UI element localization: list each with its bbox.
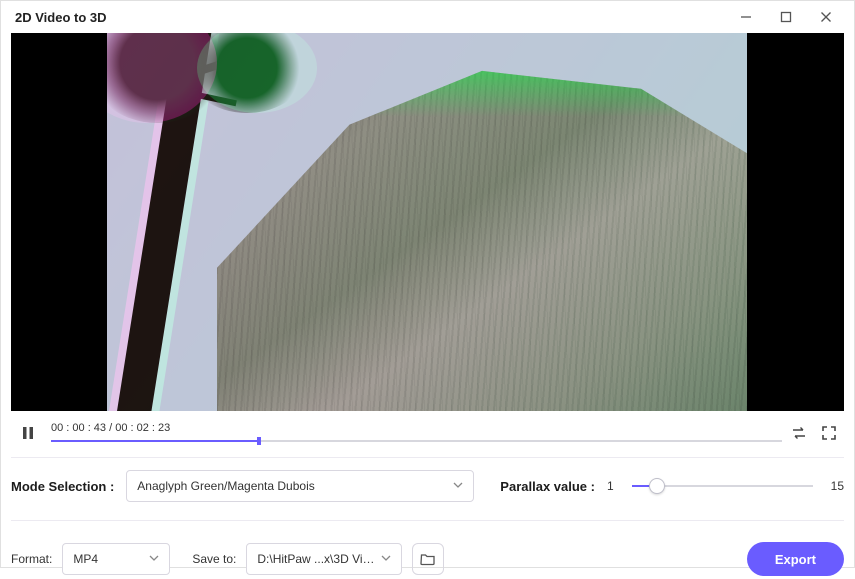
pause-button[interactable] <box>11 425 45 441</box>
video-preview[interactable] <box>11 33 844 411</box>
maximize-button[interactable] <box>766 1 806 33</box>
time-display: 00 : 00 : 43 / 00 : 02 : 23 <box>51 422 782 434</box>
window-title: 2D Video to 3D <box>15 10 107 25</box>
swap-icon[interactable] <box>784 425 814 441</box>
export-button[interactable]: Export <box>747 542 844 576</box>
seek-bar[interactable] <box>51 438 782 444</box>
mode-row: Mode Selection : Anaglyph Green/Magenta … <box>11 468 844 504</box>
video-frame <box>107 33 747 411</box>
parallax-max: 15 <box>831 479 844 493</box>
parallax-label: Parallax value : <box>500 479 595 494</box>
time-current: 00 : 00 : 43 <box>51 422 106 434</box>
divider <box>11 520 844 521</box>
chevron-down-icon <box>381 552 391 566</box>
saveto-select[interactable]: D:\HitPaw ...x\3D Video <box>246 543 402 575</box>
mode-selected-value: Anaglyph Green/Magenta Dubois <box>137 479 314 493</box>
close-button[interactable] <box>806 1 846 33</box>
open-folder-button[interactable] <box>412 543 444 575</box>
fullscreen-icon[interactable] <box>814 425 844 441</box>
playback-controls: 00 : 00 : 43 / 00 : 02 : 23 <box>11 411 844 451</box>
saveto-label: Save to: <box>192 552 236 566</box>
divider <box>11 457 844 458</box>
parallax-slider[interactable] <box>632 476 813 496</box>
mode-label: Mode Selection : <box>11 479 114 494</box>
mode-select[interactable]: Anaglyph Green/Magenta Dubois <box>126 470 474 502</box>
titlebar: 2D Video to 3D <box>1 1 854 33</box>
export-row: Format: MP4 Save to: D:\HitPaw ...x\3D V… <box>11 539 844 579</box>
format-selected-value: MP4 <box>73 552 98 566</box>
parallax-min: 1 <box>607 479 614 493</box>
time-total: 00 : 02 : 23 <box>115 422 170 434</box>
chevron-down-icon <box>453 479 463 493</box>
chevron-down-icon <box>149 552 159 566</box>
format-label: Format: <box>11 552 52 566</box>
saveto-path: D:\HitPaw ...x\3D Video <box>257 552 377 566</box>
format-select[interactable]: MP4 <box>62 543 170 575</box>
minimize-button[interactable] <box>726 1 766 33</box>
